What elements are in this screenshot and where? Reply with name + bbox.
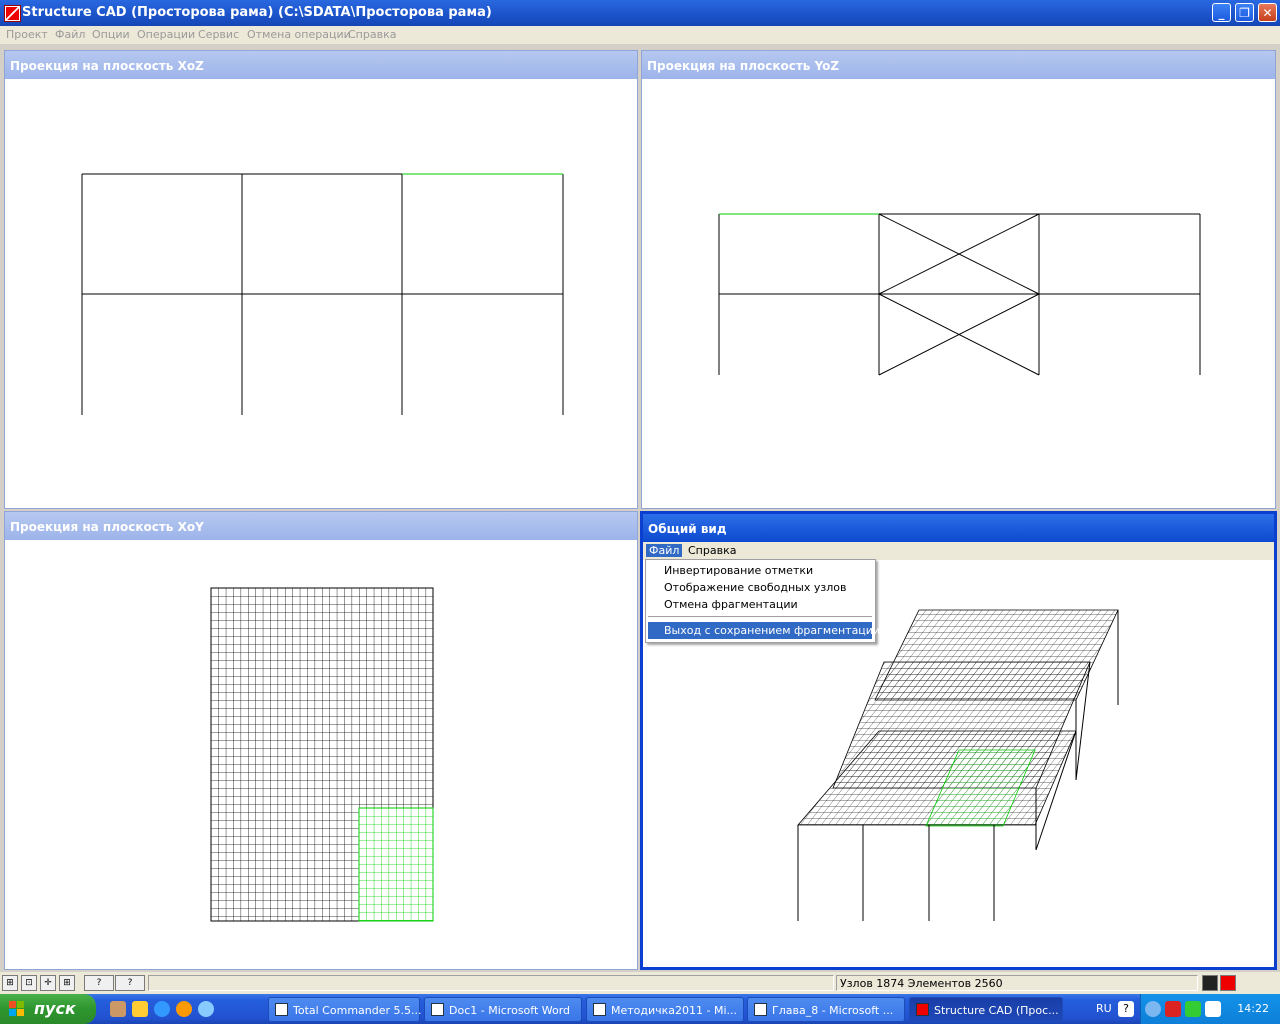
view-mode-icon-1[interactable]: ⊞ [2,975,18,991]
status-bar: ⊞ ⊡ ✛ ⊞ ? ? Узлов 1874 Элементов 2560 [0,972,1280,994]
restore-button[interactable]: ❐ [1235,3,1254,22]
view-mode-icon-3[interactable]: ✛ [40,975,56,991]
xoy-drawing[interactable] [5,540,637,969]
tray-monitor-icon[interactable] [1205,1001,1221,1017]
menu-item-exit-save-fragmentation-label: Выход с сохранением фрагментации [664,624,881,637]
task-icon [916,1003,929,1016]
menu-item-show-free-nodes-label: Отображение свободных узлов [664,581,847,594]
cube-icon [1220,975,1236,991]
task-label: Глава_8 - Microsoft ... [772,1004,894,1017]
menu-service[interactable]: Сервис [198,28,239,41]
taskbar: пуск Total Commander 5.5... Doc1 - Micro… [0,994,1280,1024]
tray-antivirus-icon[interactable] [1165,1001,1181,1017]
menu-separator [648,616,872,617]
task-icon [593,1003,606,1016]
menu-item-exit-save-fragmentation[interactable]: Выход с сохранением фрагментации [648,622,880,639]
status-cell-empty [148,975,834,991]
quicklaunch-ie-icon[interactable] [154,1001,170,1017]
task-label: Structure CAD (Прос... [934,1004,1059,1017]
status-counts: Узлов 1874 Элементов 2560 [840,977,1003,990]
app-window: Structure CAD (Просторова рама) (C:\SDAT… [0,0,1280,1024]
app-icon[interactable] [4,5,21,22]
panel-xoy-header: Проекция на плоскость XoY [5,512,637,540]
help-icon-1[interactable]: ? [84,975,114,991]
panel-yoz-title: Проекция на плоскость YoZ [647,59,840,73]
task-structure-cad[interactable]: Structure CAD (Прос... [909,997,1063,1022]
quicklaunch-explorer-icon[interactable] [198,1001,214,1017]
windows-flag-icon [9,1001,24,1016]
view-mode-icon-2[interactable]: ⊡ [21,975,37,991]
task-icon [754,1003,767,1016]
scad-icon [1202,975,1218,991]
tray-arrow-icon[interactable] [1145,1001,1161,1017]
help-tray-icon[interactable]: ? [1118,1001,1134,1017]
quicklaunch-desktop-icon[interactable] [110,1001,126,1017]
system-tray: 14:22 [1140,994,1280,1024]
task-label: Total Commander 5.5... [293,1004,422,1017]
title-bar: Structure CAD (Просторова рама) (C:\SDAT… [0,0,1280,26]
task-word-doc1[interactable]: Doc1 - Microsoft Word [424,997,582,1022]
panel-xoz-title: Проекция на плоскость XoZ [10,59,204,73]
task-word-glava8[interactable]: Глава_8 - Microsoft ... [747,997,905,1022]
menu-item-invert-mark-label: Инвертирование отметки [664,564,814,577]
menu-item-show-free-nodes[interactable]: Отображение свободных узлов [648,579,872,596]
panel-yoz[interactable]: Проекция на плоскость YoZ [641,50,1276,509]
quicklaunch-player-icon[interactable] [176,1001,192,1017]
menu-undo[interactable]: Отмена операции [247,28,351,41]
xoz-frame [81,173,564,415]
menu-help[interactable]: Справка [348,28,396,41]
panel-xoz-header: Проекция на плоскость XoZ [5,51,637,79]
task-label: Методичка2011 - Mi... [611,1004,738,1017]
panel-xoz[interactable]: Проекция на плоскость XoZ [4,50,638,509]
help-icon-2[interactable]: ? [115,975,145,991]
menu-file[interactable]: Файл [55,28,85,41]
start-button[interactable]: пуск [0,994,96,1024]
general-menu-bar: Файл Справка [643,542,1274,560]
minimize-button[interactable]: _ [1212,3,1231,22]
task-total-commander[interactable]: Total Commander 5.5... [268,997,422,1022]
general-menu-help[interactable]: Справка [685,544,739,557]
panel-yoz-header: Проекция на плоскость YoZ [642,51,1275,79]
view-mode-icon-4[interactable]: ⊞ [59,975,75,991]
task-icon [431,1003,444,1016]
panel-xoy-title: Проекция на плоскость XoY [10,520,204,534]
general-menu-file[interactable]: Файл [646,544,683,557]
tray-network-icon[interactable] [1185,1001,1201,1017]
menu-operations[interactable]: Операции [137,28,195,41]
window-title: Structure CAD (Просторова рама) (C:\SDAT… [22,5,492,20]
menu-item-cancel-fragmentation-label: Отмена фрагментации [664,598,798,611]
general-file-dropdown: Инвертирование отметки Отображение свобо… [645,559,880,643]
start-label: пуск [34,999,76,1018]
menu-item-invert-mark[interactable]: Инвертирование отметки [648,562,872,579]
task-word-metodichka[interactable]: Методичка2011 - Mi... [586,997,744,1022]
language-indicator[interactable]: RU [1096,1002,1112,1015]
panel-general-title: Общий вид [648,522,727,536]
close-button[interactable]: ✕ [1258,3,1277,22]
quicklaunch-media-icon[interactable] [132,1001,148,1017]
yoz-frame [718,213,1201,376]
panel-xoy[interactable]: Проекция на плоскость XoY [4,511,638,970]
menu-item-cancel-fragmentation[interactable]: Отмена фрагментации [648,596,872,613]
menu-options[interactable]: Опции [92,28,130,41]
menu-bar: Проект Файл Опции Операции Сервис Отмена… [0,26,1280,44]
panel-general-header: Общий вид [643,514,1274,542]
menu-project[interactable]: Проект [6,28,48,41]
task-icon [275,1003,288,1016]
yoz-drawing[interactable] [642,79,1275,508]
task-label: Doc1 - Microsoft Word [449,1004,571,1017]
xoy-fragment-grid [358,807,434,922]
xoz-drawing[interactable] [5,79,637,508]
clock: 14:22 [1237,1002,1269,1015]
